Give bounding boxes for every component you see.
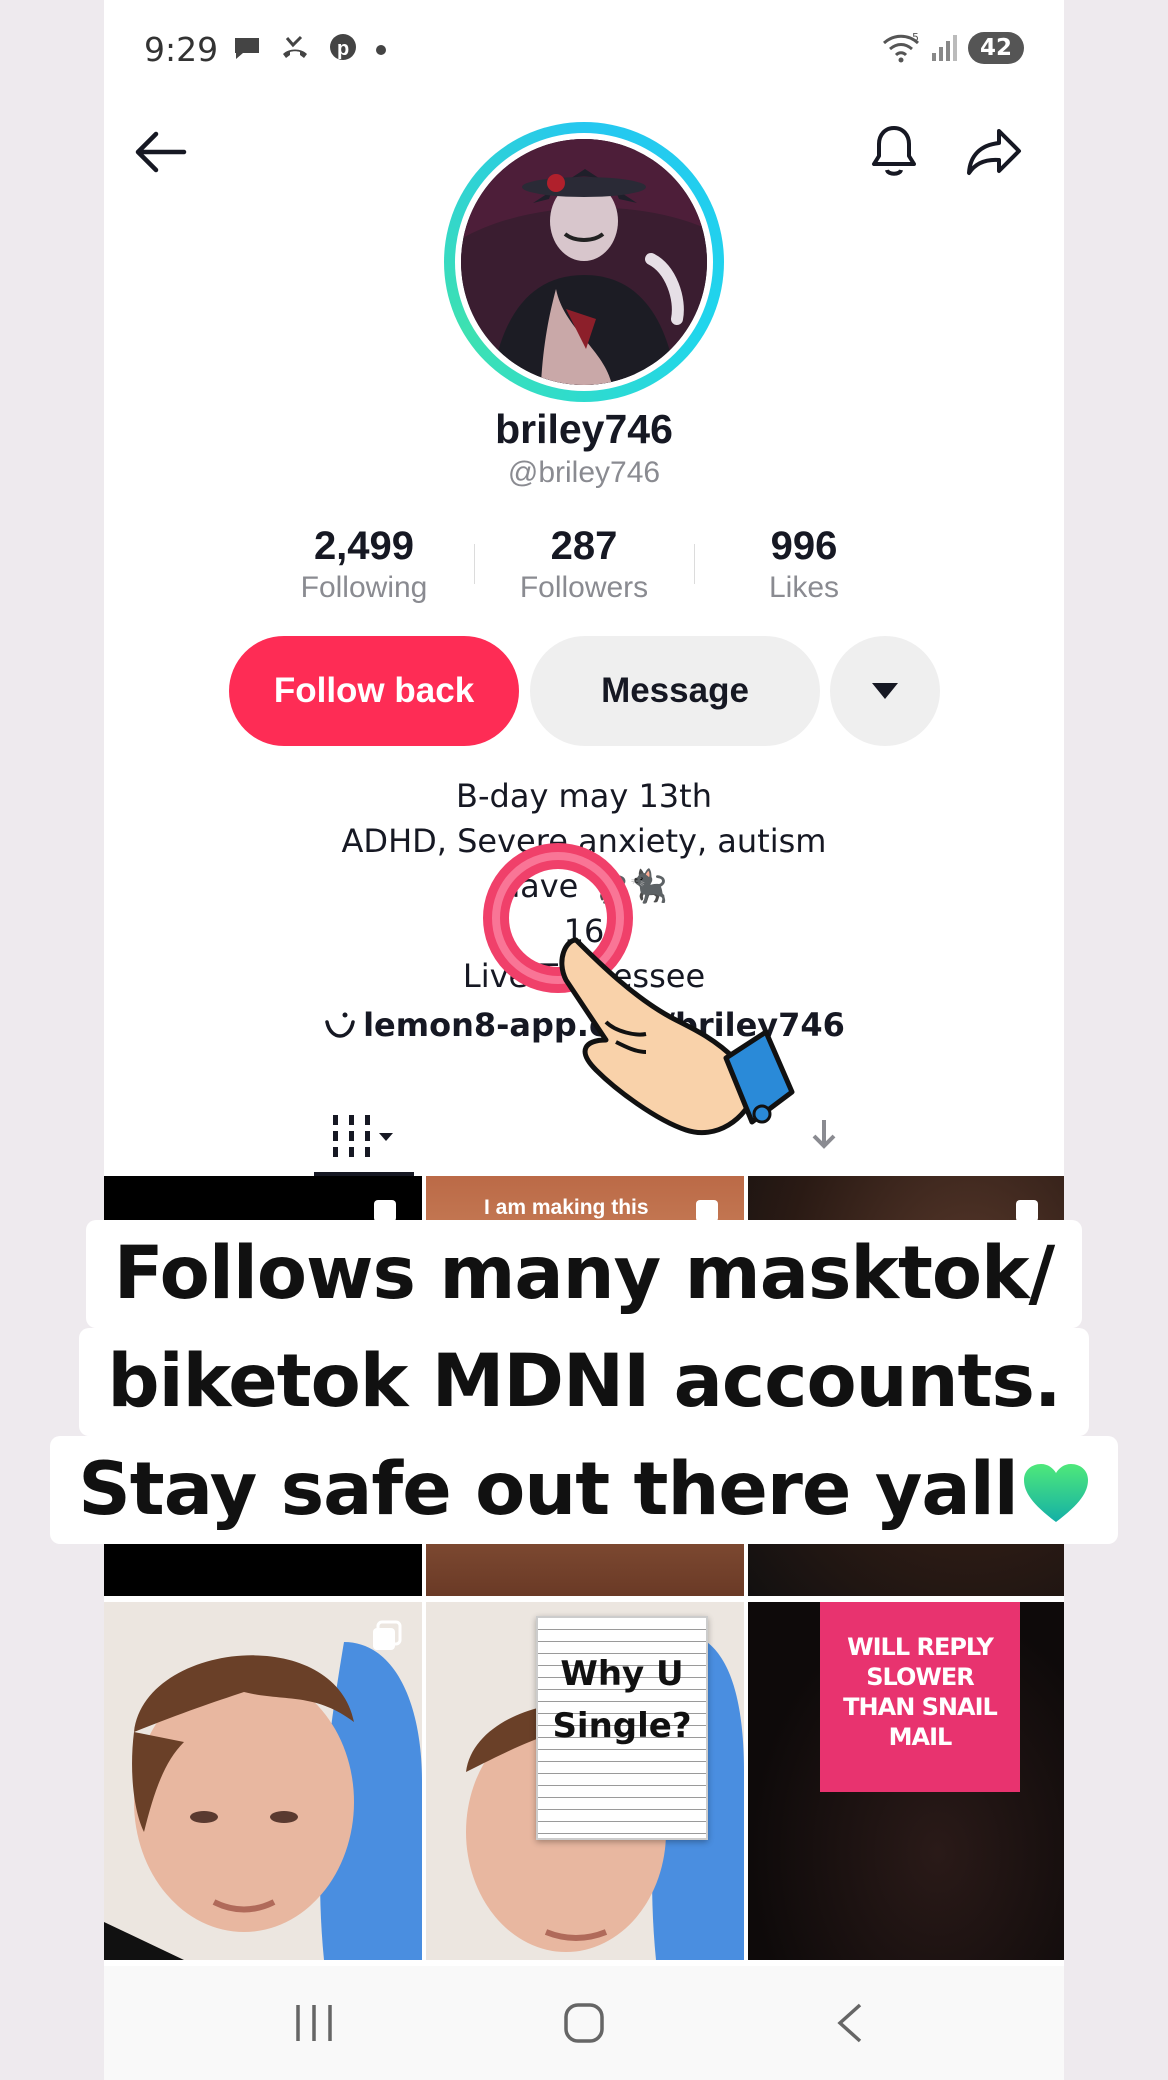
smile-link-icon (325, 1012, 355, 1038)
bio-line: B-day may 13th (456, 777, 712, 815)
svg-text:5: 5 (912, 33, 919, 44)
recent-apps-button[interactable] (274, 1986, 354, 2060)
follow-back-button[interactable]: Follow back (229, 636, 519, 746)
home-icon (564, 2003, 604, 2043)
caption-line: Follows many masktok/ (85, 1220, 1083, 1328)
notification-icons: p (232, 32, 387, 69)
system-status: 5 42 (882, 32, 1024, 64)
caret-down-icon (872, 683, 898, 699)
note-line: WILL REPLY (847, 1633, 994, 1661)
system-nav-bar (104, 1966, 1064, 2080)
share-icon[interactable] (964, 122, 1024, 182)
home-button[interactable] (544, 1986, 624, 2060)
multi-photo-icon (373, 1620, 402, 1650)
profile-stats: 2,499 Following 287 Followers 996 Likes (254, 524, 914, 605)
status-bar: 9:29 p 5 42 (104, 26, 1064, 72)
tap-indicator (483, 843, 795, 1136)
stat-following[interactable]: 2,499 Following (254, 524, 474, 605)
message-button[interactable]: Message (530, 636, 820, 746)
clock: 9:29 (144, 30, 219, 69)
chat-bubble-icon (235, 38, 259, 59)
tile-thumbnail (104, 1602, 422, 1960)
note-line: MAIL (888, 1723, 953, 1751)
caption-line-last: Stay safe out there yall (50, 1436, 1118, 1544)
reply-note: WILL REPLY SLOWER THAN SNAIL MAIL (820, 1602, 1020, 1792)
stat-label: Followers (519, 571, 649, 604)
dot-icon (375, 45, 386, 55)
tab-videos[interactable] (314, 1096, 414, 1176)
svg-text:p: p (337, 38, 357, 60)
missed-call-icon (282, 35, 307, 58)
video-tile[interactable] (104, 1602, 422, 1960)
tile-caption: I am making this (484, 1196, 649, 1219)
bell-icon[interactable] (864, 122, 924, 182)
stat-likes[interactable]: 996 Likes (694, 524, 914, 605)
note-line: SLOWER (866, 1663, 974, 1691)
stat-value: 287 (550, 524, 618, 568)
cell-signal-icon (931, 35, 957, 61)
battery-indicator: 42 (967, 32, 1024, 64)
avatar-image (461, 139, 707, 385)
phone-screen: 9:29 p 5 42 briley746 @briley746 2,499 F… (104, 0, 1064, 2080)
caption-line: biketok MDNI accounts. (79, 1328, 1089, 1436)
recent-apps-icon (296, 2005, 332, 2041)
video-tile[interactable]: Why U Single? (426, 1602, 744, 1960)
stat-label: Likes (768, 571, 840, 604)
caption-line-text: Stay safe out there yall (78, 1447, 1019, 1532)
display-name: briley746 (495, 406, 673, 452)
video-tile[interactable]: WILL REPLY SLOWER THAN SNAIL MAIL (748, 1602, 1064, 1960)
back-arrow-icon[interactable] (130, 122, 190, 182)
avatar[interactable] (444, 122, 724, 402)
stat-value: 996 (770, 524, 838, 568)
pinterest-icon: p (329, 34, 357, 60)
green-heart-icon (1023, 1463, 1088, 1522)
back-chevron-icon (837, 2003, 862, 2043)
wifi-icon: 5 (882, 33, 919, 63)
grid-icon (333, 1115, 393, 1157)
avatar-frame (455, 133, 713, 391)
back-button[interactable] (810, 1986, 890, 2060)
note-line: THAN SNAIL (843, 1693, 998, 1721)
stat-value: 2,499 (313, 524, 415, 568)
suggested-accounts-button[interactable] (830, 636, 940, 746)
username-handle: @briley746 (507, 456, 661, 489)
note-line: Single? (552, 1706, 692, 1746)
stat-followers[interactable]: 287 Followers (474, 524, 694, 605)
stat-label: Following (300, 571, 428, 604)
note-line: Why U (560, 1654, 684, 1694)
why-single-note: Why U Single? (536, 1616, 708, 1840)
caption-overlay: Follows many masktok/ biketok MDNI accou… (0, 1220, 1168, 1544)
